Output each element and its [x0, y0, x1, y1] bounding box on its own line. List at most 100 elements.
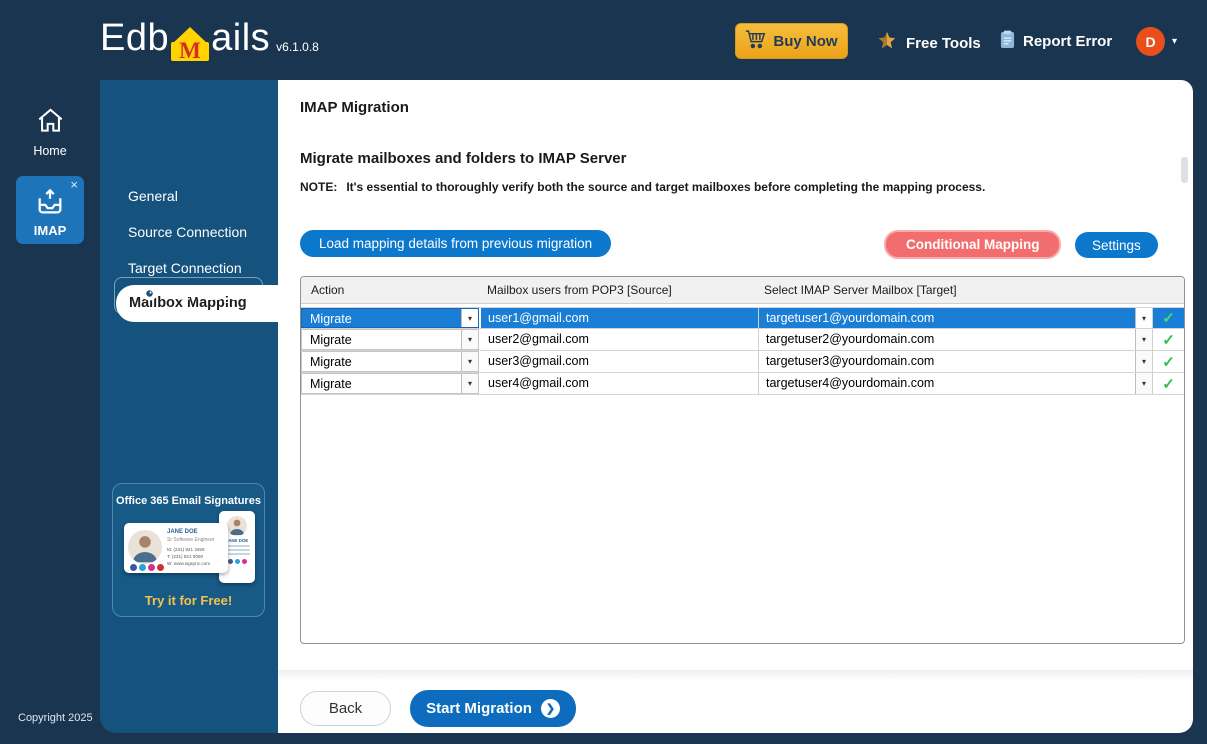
eye-icon: [139, 286, 160, 305]
target-value: targetuser1@yourdomain.com: [759, 308, 1135, 328]
start-migration-button[interactable]: Start Migration ❯: [410, 690, 576, 727]
svg-text:M: M: [179, 38, 201, 62]
ad-signature-cards-image: JANE DOE JANE DOE Sr Software Engineer M…: [122, 511, 255, 585]
start-migration-label: Start Migration: [426, 700, 532, 717]
footer-divider: [278, 670, 1193, 679]
target-mailbox-dropdown[interactable]: targetuser1@yourdomain.com ▾: [758, 308, 1152, 328]
nav-home[interactable]: Home: [0, 108, 100, 158]
action-value: Migrate: [302, 374, 461, 393]
app-header: Edb M ails v6.1.0.8 Buy Now: [0, 0, 1207, 80]
mailbox-mapping-table: Action Mailbox users from POP3 [Source] …: [300, 276, 1185, 644]
ad-social-icons: [130, 564, 164, 571]
instagram-icon: [148, 564, 155, 571]
mapping-valid-check-icon: ✓: [1152, 373, 1184, 394]
chevron-down-icon[interactable]: ▾: [1172, 36, 1177, 47]
target-value: targetuser4@yourdomain.com: [759, 373, 1135, 394]
sidebar-item-source-connection[interactable]: Source Connection: [100, 216, 278, 248]
section-title: Migrate mailboxes and folders to IMAP Se…: [300, 150, 626, 167]
nav-imap-tile[interactable]: × IMAP: [16, 176, 84, 244]
imap-label: IMAP: [16, 223, 84, 238]
settings-sidebar: General Source Connection Target Connect…: [100, 80, 278, 733]
chevron-down-icon[interactable]: ▾: [461, 309, 478, 327]
mapping-valid-check-icon: ✓: [1152, 308, 1184, 328]
source-mailbox-cell[interactable]: user1@gmail.com: [481, 308, 758, 328]
sidebar-item-general[interactable]: General: [100, 180, 278, 212]
avatar[interactable]: D: [1136, 27, 1165, 56]
avatar: [128, 530, 162, 564]
main-content-panel: IMAP Migration Migrate mailboxes and fol…: [278, 80, 1193, 733]
buy-now-label: Buy Now: [773, 33, 837, 50]
note-line: NOTE: It's essential to thoroughly verify…: [300, 180, 985, 194]
home-icon: [37, 120, 64, 137]
column-header-target: Select IMAP Server Mailbox [Target]: [758, 283, 1152, 297]
table-body: Migrate ▾ user1@gmail.com targetuser1@yo…: [301, 304, 1184, 395]
report-error-link[interactable]: Report Error: [1000, 30, 1112, 53]
user-avatar-menu[interactable]: D ▾: [1136, 27, 1177, 56]
view-logs-button[interactable]: View Logs: [114, 277, 263, 314]
chevron-down-icon[interactable]: ▾: [461, 352, 478, 371]
chevron-down-icon[interactable]: ▾: [461, 374, 478, 393]
envelope-logo-icon: M: [170, 26, 210, 62]
logo-text-suffix: ails: [211, 16, 270, 60]
ad-title: Office 365 Email Signatures: [113, 495, 264, 507]
ad-card-phone-m: M: (231) 821 3456: [167, 547, 205, 552]
action-value: Migrate: [302, 330, 461, 349]
action-dropdown[interactable]: Migrate ▾: [301, 351, 479, 372]
target-mailbox-dropdown[interactable]: targetuser3@yourdomain.com ▾: [758, 351, 1152, 372]
table-row[interactable]: Migrate ▾ user2@gmail.com targetuser2@yo…: [301, 329, 1184, 351]
app-logo: Edb M ails v6.1.0.8: [100, 16, 319, 60]
load-mapping-button[interactable]: Load mapping details from previous migra…: [300, 230, 611, 257]
home-label: Home: [0, 144, 100, 158]
page-title: IMAP Migration: [300, 99, 409, 116]
table-row[interactable]: Migrate ▾ user3@gmail.com targetuser3@yo…: [301, 351, 1184, 373]
table-header-row: Action Mailbox users from POP3 [Source] …: [301, 277, 1184, 304]
youtube-icon: [157, 564, 164, 571]
chevron-down-icon[interactable]: ▾: [1135, 308, 1152, 328]
clipboard-icon: [1000, 30, 1015, 53]
chevron-down-icon[interactable]: ▾: [461, 330, 478, 349]
table-row[interactable]: Migrate ▾ user1@gmail.com targetuser1@yo…: [301, 307, 1184, 329]
note-text: It's essential to thoroughly verify both…: [346, 180, 985, 194]
action-dropdown[interactable]: Migrate ▾: [301, 329, 479, 350]
app-version: v6.1.0.8: [276, 40, 319, 60]
source-mailbox-cell[interactable]: user4@gmail.com: [481, 373, 758, 394]
source-mailbox-cell[interactable]: user2@gmail.com: [481, 329, 758, 350]
target-value: targetuser2@yourdomain.com: [759, 329, 1135, 350]
imap-upload-icon: [35, 204, 65, 221]
sigsync-ad-banner[interactable]: Office 365 Email Signatures JANE DOE JAN…: [112, 483, 265, 617]
close-icon[interactable]: ×: [70, 178, 78, 191]
column-header-source: Mailbox users from POP3 [Source]: [481, 283, 758, 297]
back-button[interactable]: Back: [300, 691, 391, 726]
ad-card-website: W: www.sigsync.com: [167, 561, 210, 566]
target-mailbox-dropdown[interactable]: targetuser2@yourdomain.com ▾: [758, 329, 1152, 350]
action-dropdown[interactable]: Migrate ▾: [301, 373, 479, 394]
linkedin-icon: [139, 564, 146, 571]
conditional-mapping-button[interactable]: Conditional Mapping: [884, 230, 1061, 259]
chevron-down-icon[interactable]: ▾: [1135, 373, 1152, 394]
copyright-text: Copyright 2025: [18, 712, 93, 724]
action-value: Migrate: [302, 352, 461, 371]
vertical-scrollbar-thumb[interactable]: [1181, 157, 1188, 183]
avatar: [227, 516, 247, 536]
ad-card-phone-t: T: (231) 821 0000: [167, 554, 203, 559]
chevron-down-icon[interactable]: ▾: [1135, 351, 1152, 372]
free-tools-label: Free Tools: [906, 35, 981, 52]
mapping-valid-check-icon: ✓: [1152, 351, 1184, 372]
table-row[interactable]: Migrate ▾ user4@gmail.com targetuser4@yo…: [301, 373, 1184, 395]
buy-now-button[interactable]: Buy Now: [735, 23, 848, 59]
target-value: targetuser3@yourdomain.com: [759, 351, 1135, 372]
ad-cta-link[interactable]: Try it for Free!: [113, 593, 264, 608]
action-value: Migrate: [302, 309, 461, 327]
arrow-right-circle-icon: ❯: [541, 699, 560, 718]
chevron-down-icon[interactable]: ▾: [1135, 329, 1152, 350]
settings-button[interactable]: Settings: [1075, 232, 1158, 258]
ad-card-role: Sr Software Engineer: [167, 537, 215, 543]
mapping-valid-check-icon: ✓: [1152, 329, 1184, 350]
note-label: NOTE:: [300, 180, 337, 194]
report-error-label: Report Error: [1023, 33, 1112, 50]
action-dropdown[interactable]: Migrate ▾: [301, 308, 479, 328]
free-tools-link[interactable]: Free Tools: [876, 30, 981, 56]
source-mailbox-cell[interactable]: user3@gmail.com: [481, 351, 758, 372]
target-mailbox-dropdown[interactable]: targetuser4@yourdomain.com ▾: [758, 373, 1152, 394]
facebook-icon: [130, 564, 137, 571]
